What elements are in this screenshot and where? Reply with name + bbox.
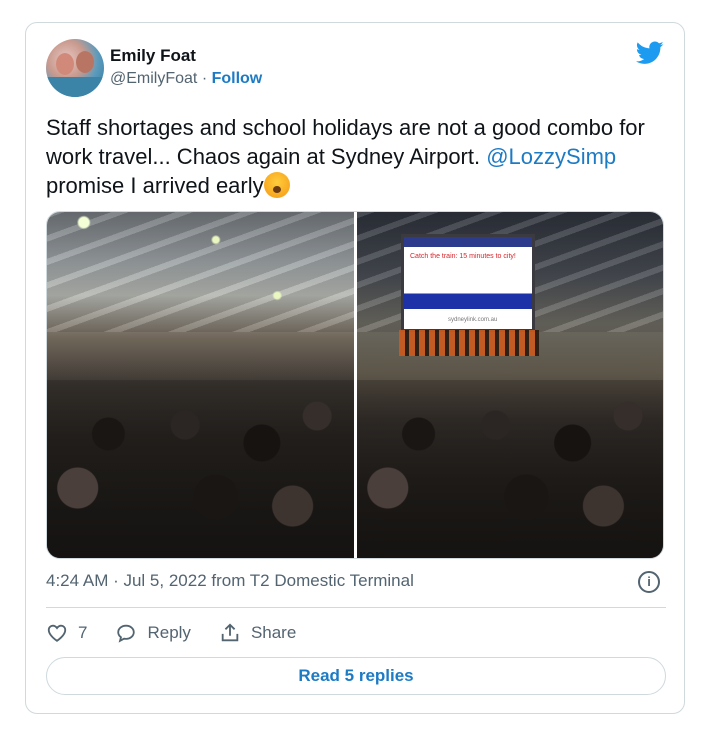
tweet-text: Staff shortages and school holidays are … [46, 113, 666, 200]
reply-bubble-icon [117, 624, 136, 643]
photo-airport-crowd-left[interactable] [47, 212, 354, 558]
photo-left-crowd [47, 380, 354, 558]
avatar[interactable] [46, 39, 104, 97]
media-grid: Catch the train: 15 minutes to city! syd… [46, 211, 664, 559]
divider [46, 607, 666, 608]
info-icon[interactable]: i [638, 571, 660, 593]
handle-separator: · [197, 70, 212, 87]
screen-text: Catch the train: 15 minutes to city! [410, 253, 516, 260]
heart-icon [47, 624, 67, 642]
like-count: 7 [78, 623, 88, 642]
twitter-bird-icon[interactable] [636, 41, 664, 65]
like-button[interactable]: 7 [46, 622, 87, 644]
author-handle-row: @EmilyFoat · Follow [110, 70, 262, 88]
screen-header-band [404, 237, 532, 247]
reply-label: Reply [147, 623, 191, 642]
emoji-yawning-face-icon [263, 172, 290, 198]
airport-ad-screen: Catch the train: 15 minutes to city! syd… [401, 234, 535, 332]
tweet-card: Emily Foat @EmilyFoat · Follow Staff sho… [25, 22, 685, 714]
tweet-text-tail: promise I arrived early [46, 173, 264, 198]
departure-board [399, 330, 539, 356]
avatar-background [46, 77, 104, 97]
share-button[interactable]: Share [219, 622, 296, 644]
tweet-timestamp[interactable]: 4:24 AM · Jul 5, 2022 from T2 Domestic T… [46, 571, 414, 591]
screen-skyline [404, 283, 532, 309]
avatar-person-2 [76, 51, 94, 73]
photo-airport-crowd-right[interactable]: Catch the train: 15 minutes to city! syd… [357, 212, 663, 558]
author-handle[interactable]: @EmilyFoat [110, 70, 197, 87]
share-icon [221, 623, 239, 642]
photo-right-crowd [357, 380, 663, 558]
avatar-person-1 [56, 53, 74, 75]
screen-url: sydneylink.com.au [448, 317, 498, 323]
follow-button[interactable]: Follow [212, 70, 263, 87]
mention-link[interactable]: @LozzySimp [486, 144, 616, 169]
share-label: Share [250, 623, 297, 642]
reply-button[interactable]: Reply [115, 622, 191, 644]
author-name[interactable]: Emily Foat [110, 46, 196, 66]
read-replies-button[interactable]: Read 5 replies [46, 657, 666, 695]
action-bar: 7 Reply Share [46, 619, 324, 647]
